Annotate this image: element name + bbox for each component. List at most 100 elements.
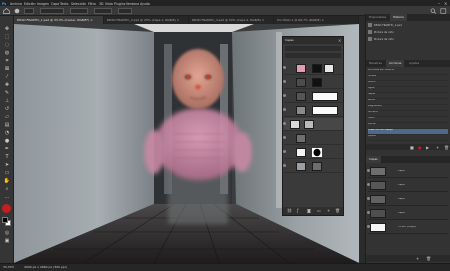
layer-row[interactable]: Capa [367,165,448,178]
brush-size-dropdown[interactable] [24,8,34,14]
brush-tool-icon[interactable]: ✎ [3,90,11,96]
menu-help[interactable]: Ayuda [140,2,150,6]
menu-edit[interactable]: Edición [24,2,36,6]
screen-mode-icon[interactable]: ▣ [3,238,11,244]
mode-dropdown[interactable] [40,8,64,14]
fx-icon[interactable]: ƒ [297,208,298,213]
tab-document-4[interactable]: Sin título-1 @ 66,7% (RGB/8) × [274,16,359,24]
action-item-selected[interactable]: Crear Acción Espejo [368,129,448,135]
layer-row[interactable]: Capa [367,179,448,192]
action-item[interactable]: Ruido [368,99,448,105]
action-item[interactable]: Acciones por defecto [368,69,448,75]
action-item[interactable]: Degradado [368,105,448,111]
menu-layer[interactable]: Capa [51,2,59,6]
blur-tool-icon[interactable]: ◔ [3,130,11,136]
eyedropper-tool-icon[interactable]: ⁄ [3,74,11,80]
menu-image[interactable]: Imagen [37,2,49,6]
action-item[interactable]: Borde [368,123,448,129]
play-icon[interactable]: ▶ [426,145,429,150]
eye-icon[interactable] [283,164,286,167]
action-item[interactable]: Viñeta [368,75,448,81]
history-item[interactable]: DEAD FRANTIC_1.psd [368,23,448,29]
menu-view[interactable]: Vista [105,2,113,6]
layer-row[interactable] [283,160,343,173]
blend-mode-dropdown[interactable] [285,53,341,58]
trash-icon[interactable]: 🗑 [335,208,340,213]
tab-actions[interactable]: Acciones [386,60,405,67]
add-mask-icon[interactable]: ◙ [307,208,311,213]
menu-plugins[interactable]: Plugins [114,2,125,6]
eye-icon[interactable] [283,80,286,83]
new-group-icon[interactable]: ▭ [317,208,321,213]
layer-row[interactable] [283,132,343,145]
history-item[interactable]: Pintura de niño [368,37,448,43]
layer-row[interactable]: Capa [367,193,448,206]
record-icon[interactable] [2,204,11,213]
layer-row[interactable] [283,76,343,89]
zoom-level[interactable]: 33,33% [3,266,14,269]
action-item[interactable]: Sombra [368,111,448,117]
action-item[interactable]: Marco [368,81,448,87]
move-tool-icon[interactable]: ✥ [3,26,11,32]
layer-row[interactable] [283,90,343,103]
path-select-tool-icon[interactable]: ➤ [3,162,11,168]
tab-swatches[interactable]: Muestras [366,60,385,67]
new-layer-icon[interactable]: + [327,208,330,213]
layer-mask-thumbnail[interactable] [312,64,322,73]
menu-type[interactable]: Texto [60,2,68,6]
record-action-icon[interactable]: ● [418,145,422,150]
quick-mask-icon[interactable]: ◎ [3,230,11,236]
opacity-field[interactable] [70,8,88,14]
layer-row[interactable]: Fondo (copia) [367,221,448,234]
clone-stamp-tool-icon[interactable]: ⊥ [3,98,11,104]
brush-tool-preset-icon[interactable] [14,8,21,14]
history-brush-tool-icon[interactable]: ↺ [3,106,11,112]
new-layer-icon[interactable]: + [416,256,419,261]
marquee-tool-icon[interactable]: ⬚ [3,34,11,40]
layer-row[interactable] [283,62,343,75]
hand-tool-icon[interactable]: ✋ [3,178,11,184]
action-item[interactable]: Ajuste [368,135,448,141]
action-item[interactable]: Texto [368,117,448,123]
quick-select-tool-icon[interactable]: ◍ [3,50,11,56]
healing-brush-tool-icon[interactable]: ✚ [3,82,11,88]
minimize-icon[interactable]: – [438,1,440,6]
layer-filter-dropdown[interactable] [285,46,341,51]
link-layers-icon[interactable]: ⛓ [287,208,292,213]
layer-row-selected[interactable] [283,118,343,131]
shape-tool-icon[interactable]: ▭ [3,170,11,176]
close-icon[interactable]: × [444,1,447,6]
tab-adjustments[interactable]: Ajustes [406,60,422,67]
eye-icon[interactable] [283,136,286,139]
layer-row[interactable]: Capa [367,207,448,220]
menu-file[interactable]: Archivo [10,2,22,6]
tab-properties[interactable]: Propiedades [366,14,389,21]
dodge-tool-icon[interactable]: ● [3,138,11,144]
menu-select[interactable]: Selección [71,2,86,6]
eye-icon[interactable] [283,150,286,153]
zoom-tool-icon[interactable]: ⌕ [3,186,11,192]
frame-tool-icon[interactable]: ⊠ [3,66,11,72]
layer-mask-thumbnail[interactable] [312,106,338,115]
flow-field[interactable] [94,8,112,14]
gradient-tool-icon[interactable]: ▤ [3,122,11,128]
layer-mask-thumbnail[interactable] [312,92,338,101]
action-item[interactable]: Sepia [368,93,448,99]
pen-tool-icon[interactable]: ✒ [3,146,11,152]
foreground-color-swatch[interactable] [2,217,8,223]
eye-icon[interactable] [283,108,286,111]
tab-history[interactable]: Historia [390,14,407,21]
lasso-tool-icon[interactable]: ◌ [3,42,11,48]
menu-3d[interactable]: 3D [99,2,103,6]
type-tool-icon[interactable]: T [3,154,11,160]
home-icon[interactable] [3,8,10,14]
tab-document-1[interactable]: DEAD FRANTIC_1.psd @ 33,3% (Cooler, RGB/… [14,16,104,24]
menu-window[interactable]: Ventana [126,2,139,6]
eye-icon[interactable] [283,122,286,125]
vignette-mask-thumbnail[interactable] [312,148,322,157]
stop-icon[interactable]: ■ [410,145,414,150]
layer-row[interactable] [283,104,343,117]
crop-tool-icon[interactable]: ⌗ [3,58,11,64]
layer-mask-thumbnail[interactable] [324,64,334,73]
delete-action-icon[interactable]: 🗑 [444,145,449,150]
